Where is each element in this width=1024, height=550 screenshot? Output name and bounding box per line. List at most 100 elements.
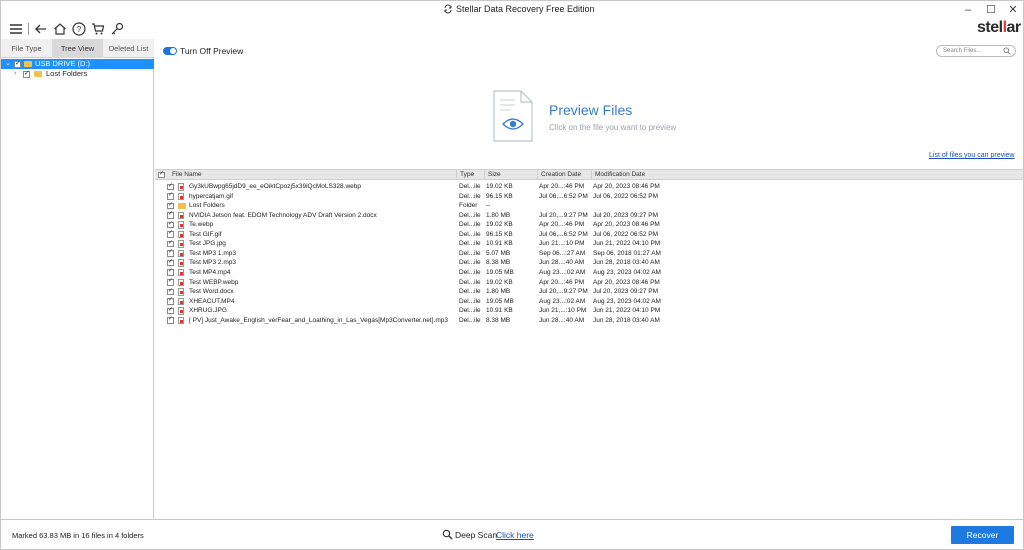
search-input[interactable]: Search Files... <box>936 45 1016 57</box>
table-row[interactable]: Test GIF.gif Del...ile 96.15 KB Jul 06,...6… <box>155 229 1023 240</box>
menu-icon[interactable] <box>8 21 24 37</box>
recover-button[interactable]: Recover <box>951 526 1014 544</box>
cell-creation-date: Apr 20...:46 PM <box>539 183 585 190</box>
magnifier-icon <box>442 529 453 540</box>
table-row[interactable]: XHRUG.JPG Del...ile 10.91 KB Jun 21,...:10 … <box>155 306 1023 316</box>
table-row[interactable]: Test JPG.jpg Del...ile 10.91 KB Jun 21...:1… <box>155 239 1023 249</box>
collapse-icon[interactable]: ⌄ <box>5 59 11 69</box>
row-checkbox[interactable] <box>167 201 174 210</box>
table-row[interactable]: Test Word.docx Del...ile 1.80 MB Jul 20,...… <box>155 287 1023 297</box>
cell-file-name: Test WEBP.webp <box>189 278 239 286</box>
cell-file-name: [ PV] Just_Awake_English_verFear_and_Loa… <box>189 316 448 324</box>
window-title: Stellar Data Recovery Free Edition <box>456 4 595 14</box>
cell-size: 19.02 KB <box>486 278 513 286</box>
folder-icon <box>24 61 32 67</box>
row-checkbox[interactable] <box>167 191 174 200</box>
row-checkbox[interactable] <box>167 315 174 324</box>
tree-checkbox[interactable] <box>23 69 30 79</box>
marked-summary: Marked 63.83 MB in 16 files in 4 folders <box>12 531 144 540</box>
minimize-icon[interactable]: – <box>961 3 975 17</box>
preview-toggle[interactable] <box>163 47 177 55</box>
tab-tree-view[interactable]: Tree View <box>52 39 103 58</box>
cell-size: 19.05 MB <box>486 268 514 276</box>
maximize-icon[interactable]: ☐ <box>984 3 998 17</box>
row-checkbox[interactable] <box>167 287 174 296</box>
app-window: Stellar Data Recovery Free Edition – ☐ ✕… <box>0 0 1024 550</box>
column-header-size[interactable]: Size <box>484 170 537 180</box>
cell-type: Del...ile <box>459 297 481 305</box>
tree-item-lost-folders[interactable]: › Lost Folders <box>1 69 154 79</box>
cell-file-name: Test JPG.jpg <box>189 240 226 248</box>
file-icon <box>178 278 184 286</box>
tab-deleted-list[interactable]: Deleted List <box>103 39 154 58</box>
row-checkbox[interactable] <box>167 229 174 238</box>
tree-item-label: Lost Folders <box>46 69 88 78</box>
cell-creation-date: Jul 20,...9:27 PM <box>539 211 588 219</box>
cell-file-name: Gy3kUBwpg65jdD9_ee_eOiktCpozj5x39iQcMoLS… <box>189 183 361 190</box>
key-icon[interactable] <box>109 21 125 37</box>
cell-creation-date: Jun 21...:10 PM <box>539 240 585 248</box>
row-checkbox[interactable] <box>167 277 174 286</box>
view-tabs: File Type Tree View Deleted List <box>1 39 154 58</box>
table-row[interactable]: Lost Folders Folder -- <box>155 201 1023 211</box>
preview-file-list-link[interactable]: List of files you can preview <box>929 152 1015 159</box>
table-row[interactable]: Test MP3 1.mp3 Del...ile 5.07 MB Sep 06...:… <box>155 248 1023 259</box>
cell-size: 8.38 MB <box>486 259 511 267</box>
select-all-checkbox[interactable] <box>158 170 165 178</box>
table-row[interactable]: Test MP4.mp4 Del...ile 19.05 MB Aug 23...:0… <box>155 268 1023 278</box>
cell-file-name: Lost Folders <box>189 202 225 210</box>
preview-subtitle: Click on the file you want to preview <box>549 123 677 132</box>
deep-scan-link[interactable]: Click here <box>496 530 534 540</box>
row-checkbox[interactable] <box>167 306 174 315</box>
tree-item-label: USB DRIVE (D:) <box>35 59 91 68</box>
cell-size: 96.15 KB <box>486 230 513 238</box>
row-checkbox[interactable] <box>167 248 174 257</box>
column-header-modification-date[interactable]: Modification Date <box>591 170 686 180</box>
cell-modification-date: Jun 28, 2018 03:40 AM <box>593 316 660 324</box>
file-icon <box>178 249 184 258</box>
row-checkbox[interactable] <box>167 268 174 276</box>
column-header-creation-date[interactable]: Creation Date <box>537 170 591 180</box>
close-icon[interactable]: ✕ <box>1006 3 1020 17</box>
row-checkbox[interactable] <box>167 182 174 190</box>
row-checkbox[interactable] <box>167 258 174 267</box>
table-row[interactable]: [ PV] Just_Awake_English_verFear_and_Loa… <box>155 315 1023 326</box>
left-panel: File Type Tree View Deleted List ⌄ USB D… <box>1 39 154 519</box>
table-row[interactable]: Test MP3 2.mp3 Del...ile 8.38 MB Jun 28...:… <box>155 258 1023 268</box>
expand-icon[interactable]: › <box>14 69 16 79</box>
cell-type: Del...ile <box>459 316 481 324</box>
cart-icon[interactable] <box>90 21 106 37</box>
tree-checkbox[interactable] <box>14 59 21 69</box>
column-header-type[interactable]: Type <box>456 170 484 180</box>
help-icon[interactable]: ? <box>71 21 87 37</box>
cell-type: Del...ile <box>459 183 481 190</box>
table-row[interactable]: XHEACUT.MP4 Del...ile 19.05 MB Aug 23...:02… <box>155 296 1023 307</box>
cell-creation-date: Sep 06...:27 AM <box>539 249 586 257</box>
folder-icon <box>178 203 186 210</box>
cell-modification-date: Jul 20, 2023 09:27 PM <box>593 288 659 296</box>
row-checkbox[interactable] <box>167 239 174 248</box>
row-checkbox[interactable] <box>167 296 174 305</box>
table-row[interactable]: Te.webp Del...ile 19.02 KB Apr 20...:46 PM A… <box>155 220 1023 230</box>
deep-scan-label: Deep Scan <box>455 530 498 540</box>
column-header-file-name[interactable]: File Name <box>169 170 456 180</box>
cell-modification-date: Jun 28, 2018 03:40 AM <box>593 259 660 267</box>
row-checkbox[interactable] <box>167 210 174 219</box>
back-icon[interactable] <box>33 21 49 37</box>
table-row[interactable]: Gy3kUBwpg65jdD9_ee_eOiktCpozj5x39iQcMoLS… <box>155 182 1023 192</box>
table-row[interactable]: NVIDIA Jetson feat. EDOM Technology ADV … <box>155 210 1023 221</box>
table-row[interactable]: Test WEBP.webp Del...ile 19.02 KB Apr 20...… <box>155 277 1023 288</box>
tree-item-usb-drive[interactable]: ⌄ USB DRIVE (D:) <box>1 59 154 69</box>
cell-size: 1.80 MB <box>486 288 511 296</box>
cell-file-name: Test MP3 2.mp3 <box>189 259 236 267</box>
tab-file-type[interactable]: File Type <box>1 39 52 58</box>
status-bar: Marked 63.83 MB in 16 files in 4 folders… <box>1 519 1023 549</box>
cell-file-name: Test GIF.gif <box>189 230 222 238</box>
row-checkbox[interactable] <box>167 220 174 229</box>
cell-modification-date: Jun 21, 2022 04:10 PM <box>593 307 661 315</box>
home-icon[interactable] <box>52 21 68 37</box>
cell-type: Del...ile <box>459 278 481 286</box>
cell-modification-date: Jul 06, 2022 06:52 PM <box>593 230 659 238</box>
table-row[interactable]: hypercatjam.gif Del...ile 96.15 KB Jul 06,.… <box>155 191 1023 202</box>
search-icon[interactable] <box>1003 47 1011 55</box>
